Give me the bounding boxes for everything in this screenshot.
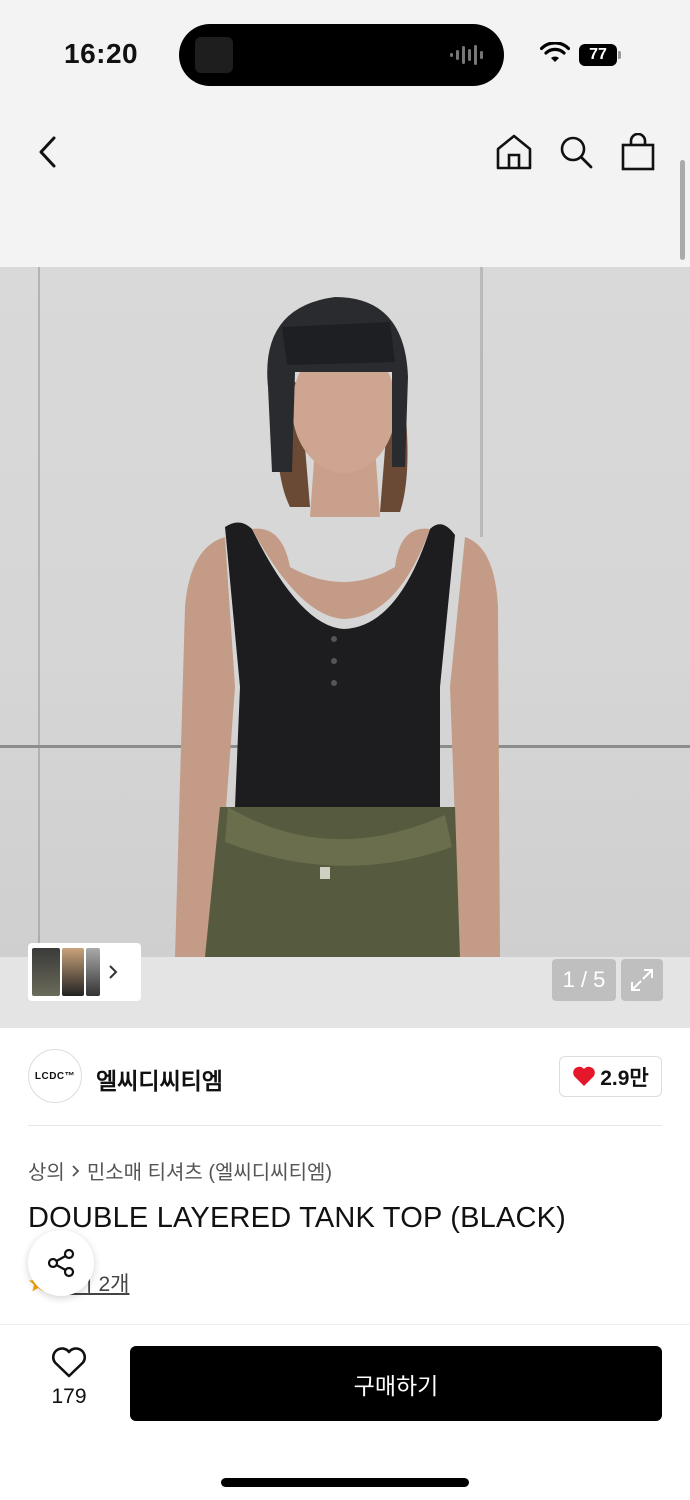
battery-level: 77 — [579, 44, 617, 66]
product-image[interactable] — [0, 267, 690, 957]
brand-like-count: 2.9만 — [600, 1066, 649, 1090]
heart-outline-icon — [52, 1347, 86, 1378]
wishlist-button[interactable]: 179 — [40, 1347, 98, 1423]
breadcrumb-category[interactable]: 상의 — [28, 1156, 65, 1185]
scrollbar[interactable] — [680, 160, 685, 260]
breadcrumb-subcategory[interactable]: 민소매 티셔츠 (엘씨디씨티엠) — [87, 1156, 332, 1185]
heart-filled-icon — [573, 1066, 596, 1086]
chevron-right-icon — [109, 965, 118, 979]
app-header — [0, 100, 690, 267]
status-bar: 16:20 77 — [0, 0, 690, 100]
brand-name[interactable]: 엘씨디씨티엠 — [96, 1062, 223, 1096]
image-pager: 1 / 5 — [552, 959, 616, 1001]
thumbnail-2[interactable] — [62, 948, 84, 996]
search-button[interactable] — [552, 128, 600, 176]
chevron-right-icon — [72, 1164, 80, 1177]
search-icon — [560, 136, 593, 169]
brand-logo[interactable]: LCDC™ — [28, 1049, 82, 1103]
shopping-bag-icon — [621, 133, 655, 171]
image-thumbnail-strip[interactable] — [28, 943, 141, 1001]
wifi-icon — [540, 42, 570, 62]
divider — [28, 1125, 662, 1126]
expand-icon — [631, 969, 653, 991]
thumbnail-3[interactable] — [86, 948, 100, 996]
home-indicator[interactable] — [221, 1478, 469, 1487]
dynamic-island — [179, 24, 504, 86]
share-icon — [47, 1248, 75, 1278]
back-button[interactable] — [24, 128, 72, 176]
model-figure — [175, 297, 500, 957]
bottom-action-bar: 179 구매하기 — [0, 1324, 690, 1500]
buy-button[interactable]: 구매하기 — [130, 1346, 662, 1421]
back-chevron-icon — [39, 136, 56, 168]
now-playing-thumbnail — [195, 37, 233, 73]
brand-like-button[interactable]: 2.9만 — [559, 1056, 662, 1097]
breadcrumb: 상의 민소매 티셔츠 (엘씨디씨티엠) — [28, 1156, 332, 1185]
audio-wave-icon — [450, 45, 483, 65]
brand-row[interactable]: LCDC™ 엘씨디씨티엠 2.9만 — [0, 1028, 690, 1126]
status-time: 16:20 — [64, 38, 139, 69]
expand-image-button[interactable] — [621, 959, 663, 1001]
product-title: DOUBLE LAYERED TANK TOP (BLACK) — [28, 1202, 567, 1234]
battery-icon: 77 — [579, 44, 621, 66]
cart-button[interactable] — [614, 128, 662, 176]
share-button[interactable] — [28, 1230, 94, 1296]
wishlist-count: 179 — [51, 1385, 87, 1408]
thumbnail-1[interactable] — [32, 948, 60, 996]
home-icon — [496, 134, 532, 170]
home-button[interactable] — [490, 128, 538, 176]
